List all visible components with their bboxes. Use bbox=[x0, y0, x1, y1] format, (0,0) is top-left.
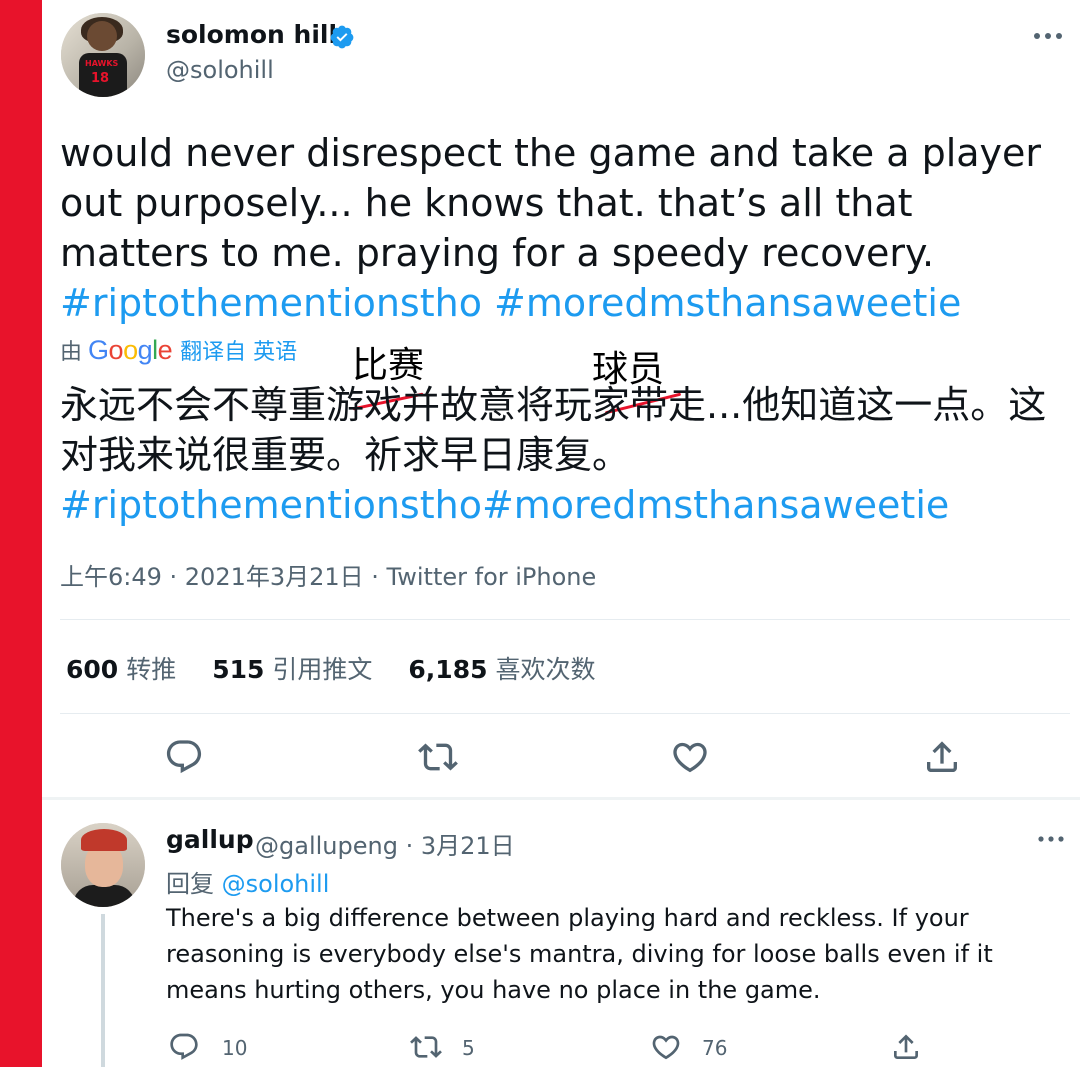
section-separator bbox=[42, 797, 1080, 800]
tweet-view: HAWKS 18 solomon hill @solohill would ne… bbox=[42, 0, 1080, 1067]
retweet-count[interactable]: 600 转推 bbox=[66, 650, 176, 686]
translated-by-label: 由 bbox=[60, 340, 83, 365]
quote-count[interactable]: 515 引用推文 bbox=[212, 650, 372, 686]
hashtag-link[interactable]: #riptothementionstho#moredmsthansaweetie bbox=[60, 483, 949, 527]
reply-like-count: 76 bbox=[702, 1036, 728, 1060]
reply-reply-icon[interactable] bbox=[168, 1031, 200, 1063]
replying-to-link[interactable]: @solohill bbox=[222, 870, 330, 898]
translated-text: 永远不会不尊重游戏并故意将玩家带走...他知道这一点。这对我来说很重要。祈求早日… bbox=[60, 380, 1060, 530]
replying-to: 回复 @solohill bbox=[166, 870, 330, 898]
translated-body-text: 永远不会不尊重游戏并故意将玩家带走...他知道这一点。这对我来说很重要。祈求早日… bbox=[60, 383, 1047, 477]
divider bbox=[60, 713, 1070, 714]
google-logo: Google bbox=[88, 334, 173, 365]
divider bbox=[60, 619, 1070, 620]
reply-more-options-icon[interactable] bbox=[1034, 826, 1068, 852]
author-handle[interactable]: @solohill bbox=[166, 56, 274, 84]
share-icon[interactable] bbox=[922, 737, 962, 777]
tweet-body-text: would never disrespect the game and take… bbox=[60, 131, 1042, 275]
reply-share-icon[interactable] bbox=[890, 1031, 922, 1063]
reply-author-avatar[interactable] bbox=[61, 823, 145, 907]
translate-source-link[interactable]: 翻译自 英语 bbox=[180, 334, 297, 366]
tweet-stats: 600 转推 515 引用推文 6,185 喜欢次数 bbox=[66, 650, 632, 686]
hashtag-link[interactable]: #riptothementionstho bbox=[60, 281, 482, 325]
reply-icon[interactable] bbox=[164, 737, 204, 777]
more-options-icon[interactable] bbox=[1028, 22, 1068, 50]
reply-reply-count: 10 bbox=[222, 1036, 248, 1060]
reply-text: There's a big difference between playing… bbox=[166, 904, 993, 1004]
like-icon[interactable] bbox=[670, 737, 710, 777]
reply-like-icon[interactable] bbox=[650, 1031, 682, 1063]
translation-attribution: 由 Google 翻译自 英语 bbox=[60, 334, 297, 366]
reply-author-name[interactable]: gallup bbox=[166, 825, 254, 854]
reply-retweet-count: 5 bbox=[462, 1036, 475, 1060]
like-count[interactable]: 6,185 喜欢次数 bbox=[408, 650, 595, 686]
red-side-bar bbox=[0, 0, 42, 1067]
thread-line bbox=[101, 914, 105, 1067]
tweet-text: would never disrespect the game and take… bbox=[60, 128, 1070, 328]
tweet-timestamp[interactable]: 上午6:49 · 2021年3月21日 · Twitter for iPhone bbox=[60, 557, 596, 592]
reply-retweet-icon[interactable] bbox=[410, 1031, 442, 1063]
author-display-name[interactable]: solomon hill bbox=[166, 20, 337, 49]
author-avatar[interactable]: HAWKS 18 bbox=[61, 13, 145, 97]
retweet-icon[interactable] bbox=[418, 737, 458, 777]
verified-badge-icon bbox=[330, 25, 354, 49]
reply-author-handle-date[interactable]: @gallupeng · 3月21日 bbox=[255, 826, 515, 861]
hashtag-link[interactable]: #moredmsthansaweetie bbox=[494, 281, 961, 325]
